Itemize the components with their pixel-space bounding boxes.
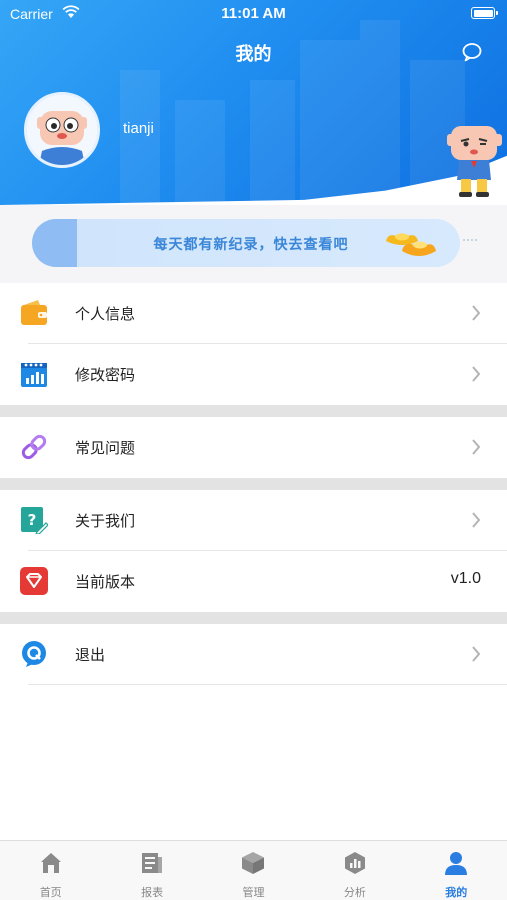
menu-item-version: 当前版本 v1.0	[0, 551, 507, 612]
diamond-icon	[20, 567, 48, 595]
chevron-right-icon	[472, 305, 481, 321]
tab-label: 报表	[141, 886, 164, 899]
tab-label: 分析	[343, 886, 366, 899]
battery-icon	[471, 7, 498, 19]
menu-item-faq[interactable]: 常见问题	[0, 417, 507, 478]
menu-item-change-password[interactable]: 修改密码	[0, 344, 507, 405]
records-banner[interactable]: 每天都有新纪录，快去查看吧	[32, 219, 460, 267]
tab-analysis[interactable]: 分析	[304, 841, 405, 900]
chevron-right-icon	[472, 439, 481, 455]
menu-item-logout[interactable]: 退出	[0, 624, 507, 685]
section-divider	[0, 405, 507, 417]
menu-item-label: 当前版本	[75, 573, 136, 591]
home-icon	[40, 853, 61, 873]
clock: 11:01 AM	[221, 5, 286, 22]
gold-ingot-icon	[386, 233, 436, 256]
question-edit-icon: ?	[21, 507, 48, 534]
version-value: v1.0	[450, 570, 481, 587]
tab-label: 我的	[445, 886, 468, 899]
menu-item-profile[interactable]: 个人信息	[0, 283, 507, 344]
username: tianji	[123, 120, 154, 137]
menu-item-label: 个人信息	[75, 305, 136, 323]
section-divider	[0, 612, 507, 624]
mascot-avatar-icon	[27, 95, 97, 165]
tab-label: 首页	[39, 886, 62, 899]
menu-item-label: 常见问题	[75, 439, 136, 457]
wallet-icon	[21, 300, 47, 325]
menu-item-label: 修改密码	[75, 366, 136, 384]
q-chat-icon	[22, 641, 46, 667]
mascot-figure-icon	[447, 126, 502, 197]
svg-text:?: ?	[28, 511, 37, 529]
chevron-right-icon	[472, 512, 481, 528]
tab-label: 管理	[242, 886, 265, 899]
user-icon	[445, 852, 468, 875]
cube-icon	[242, 852, 265, 874]
tab-home[interactable]: 首页	[0, 841, 101, 900]
chevron-right-icon	[472, 646, 481, 662]
menu-item-label: 关于我们	[75, 512, 136, 530]
analysis-icon	[344, 852, 365, 874]
page-title: 我的	[235, 44, 272, 65]
tab-manage[interactable]: 管理	[203, 841, 304, 900]
tab-bar: 首页 报表 管理 分析 我的	[0, 840, 507, 900]
banner-area: 每天都有新纪录，快去查看吧	[0, 205, 507, 283]
message-icon[interactable]	[461, 42, 483, 62]
chevron-right-icon	[472, 366, 481, 382]
section-divider	[0, 478, 507, 490]
calendar-chart-icon	[21, 363, 47, 387]
tab-report[interactable]: 报表	[101, 841, 202, 900]
link-icon	[21, 434, 47, 460]
menu-item-about[interactable]: ? 关于我们	[0, 490, 507, 551]
tab-mine[interactable]: 我的	[406, 841, 507, 900]
avatar[interactable]	[24, 92, 100, 168]
menu-item-label: 退出	[75, 646, 106, 664]
status-bar: Carrier 11:01 AM	[0, 0, 507, 28]
report-icon	[142, 853, 163, 873]
